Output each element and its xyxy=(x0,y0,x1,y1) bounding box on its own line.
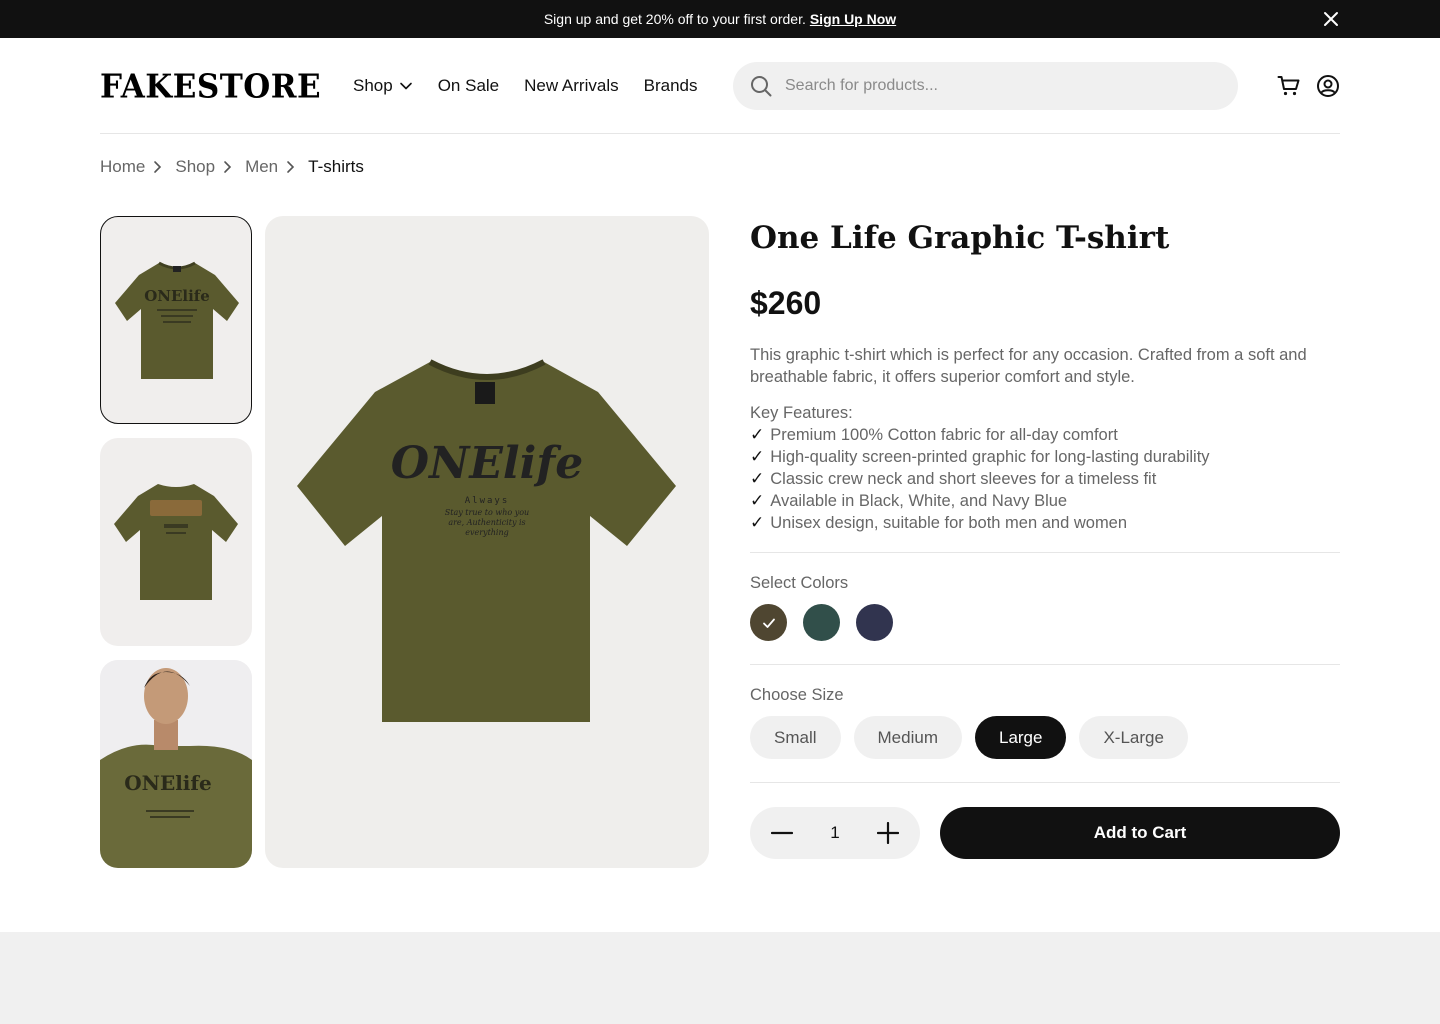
increase-quantity-button[interactable] xyxy=(876,821,900,845)
check-icon: ✓ xyxy=(750,491,765,510)
chevron-down-icon xyxy=(399,82,412,90)
minus-icon xyxy=(771,831,793,835)
nav-shop-label: Shop xyxy=(353,76,393,95)
color-swatch-navy[interactable] xyxy=(856,604,893,641)
footer-section xyxy=(0,932,1440,1024)
divider xyxy=(750,782,1340,783)
chevron-right-icon xyxy=(286,160,296,174)
checkmark-icon xyxy=(762,618,775,628)
thumbnail-back[interactable] xyxy=(100,438,252,646)
breadcrumb-men[interactable]: Men xyxy=(245,157,278,177)
site-header: FAKESTORE Shop On Sale New Arrivals Bran… xyxy=(100,38,1340,134)
feature-item: ✓ Unisex design, suitable for both men an… xyxy=(750,513,1128,532)
check-icon: ✓ xyxy=(750,513,765,532)
graphic-script-text: Stay true to who you are, Authenticity i… xyxy=(444,508,530,537)
features-label: Key Features: xyxy=(750,404,853,422)
feature-item: ✓ Classic crew neck and short sleeves for… xyxy=(750,469,1157,488)
thumbnail-model[interactable]: ONElife xyxy=(100,660,252,868)
plus-icon xyxy=(877,822,899,844)
divider xyxy=(750,664,1340,665)
breadcrumb: Home Shop Men T-shirts xyxy=(100,157,364,177)
check-icon: ✓ xyxy=(750,425,765,444)
size-large-button[interactable]: Large xyxy=(974,716,1067,759)
decrease-quantity-button[interactable] xyxy=(770,821,794,845)
quantity-value: 1 xyxy=(830,823,840,842)
breadcrumb-home[interactable]: Home xyxy=(100,157,145,177)
color-swatch-green[interactable] xyxy=(803,604,840,641)
tshirt-front-large-image: ONElife Always Stay true to who you are,… xyxy=(297,359,676,722)
size-small-button[interactable]: Small xyxy=(750,716,841,759)
svg-text:ONElife: ONElife xyxy=(124,771,211,795)
search-bar xyxy=(733,62,1238,110)
close-icon[interactable] xyxy=(1323,11,1339,27)
divider xyxy=(750,552,1340,553)
search-icon xyxy=(751,76,772,97)
svg-text:Always: Always xyxy=(465,496,510,506)
store-logo[interactable]: FAKESTORE xyxy=(100,68,321,106)
main-nav: Shop On Sale New Arrivals Brands xyxy=(353,76,722,96)
colors-label: Select Colors xyxy=(750,574,849,592)
cart-icon[interactable] xyxy=(1277,74,1301,98)
sign-up-link[interactable]: Sign Up Now xyxy=(810,11,896,27)
nav-on-sale[interactable]: On Sale xyxy=(438,76,499,96)
quantity-stepper: 1 xyxy=(750,807,920,859)
check-icon: ✓ xyxy=(750,447,765,466)
product-description: This graphic t-shirt which is perfect fo… xyxy=(750,346,1307,386)
size-xlarge-button[interactable]: X-Large xyxy=(1079,716,1188,759)
key-features: Key Features: ✓ Premium 100% Cotton fabri… xyxy=(750,402,1210,534)
feature-item: ✓ Premium 100% Cotton fabric for all-day … xyxy=(750,425,1118,444)
size-medium-button[interactable]: Medium xyxy=(853,716,962,759)
nav-shop[interactable]: Shop xyxy=(353,76,413,96)
promo-banner: Sign up and get 20% off to your first or… xyxy=(0,0,1440,38)
thumbnail-front[interactable]: ONElife xyxy=(100,216,252,424)
add-to-cart-button[interactable]: Add to Cart xyxy=(940,807,1340,859)
check-icon: ✓ xyxy=(750,469,765,488)
size-selector: Small Medium Large X-Large xyxy=(750,716,1188,759)
breadcrumb-current: T-shirts xyxy=(308,157,364,176)
user-account-icon[interactable] xyxy=(1316,74,1340,98)
svg-text:ONElife: ONElife xyxy=(391,438,583,489)
chevron-right-icon xyxy=(223,160,233,174)
main-product-image: ONElife Always Stay true to who you are,… xyxy=(265,216,709,868)
tshirt-back-image xyxy=(114,484,238,600)
tshirt-front-image: ONElife xyxy=(115,261,239,379)
nav-brands[interactable]: Brands xyxy=(644,76,698,96)
product-price: $260 xyxy=(750,285,822,321)
color-swatch-brown[interactable] xyxy=(750,604,787,641)
product-title: One Life Graphic T-shirt xyxy=(750,220,1170,256)
model-photo-image: ONElife xyxy=(100,660,252,868)
promo-text: Sign up and get 20% off to your first or… xyxy=(543,11,806,27)
feature-item: ✓ Available in Black, White, and Navy Blu… xyxy=(750,491,1068,510)
feature-item: ✓ High-quality screen-printed graphic for… xyxy=(750,447,1210,466)
svg-text:ONElife: ONElife xyxy=(144,287,210,305)
size-label: Choose Size xyxy=(750,686,844,704)
chevron-right-icon xyxy=(153,160,163,174)
nav-new-arrivals[interactable]: New Arrivals xyxy=(524,76,618,96)
search-input[interactable] xyxy=(785,77,1185,95)
breadcrumb-shop[interactable]: Shop xyxy=(175,157,215,177)
